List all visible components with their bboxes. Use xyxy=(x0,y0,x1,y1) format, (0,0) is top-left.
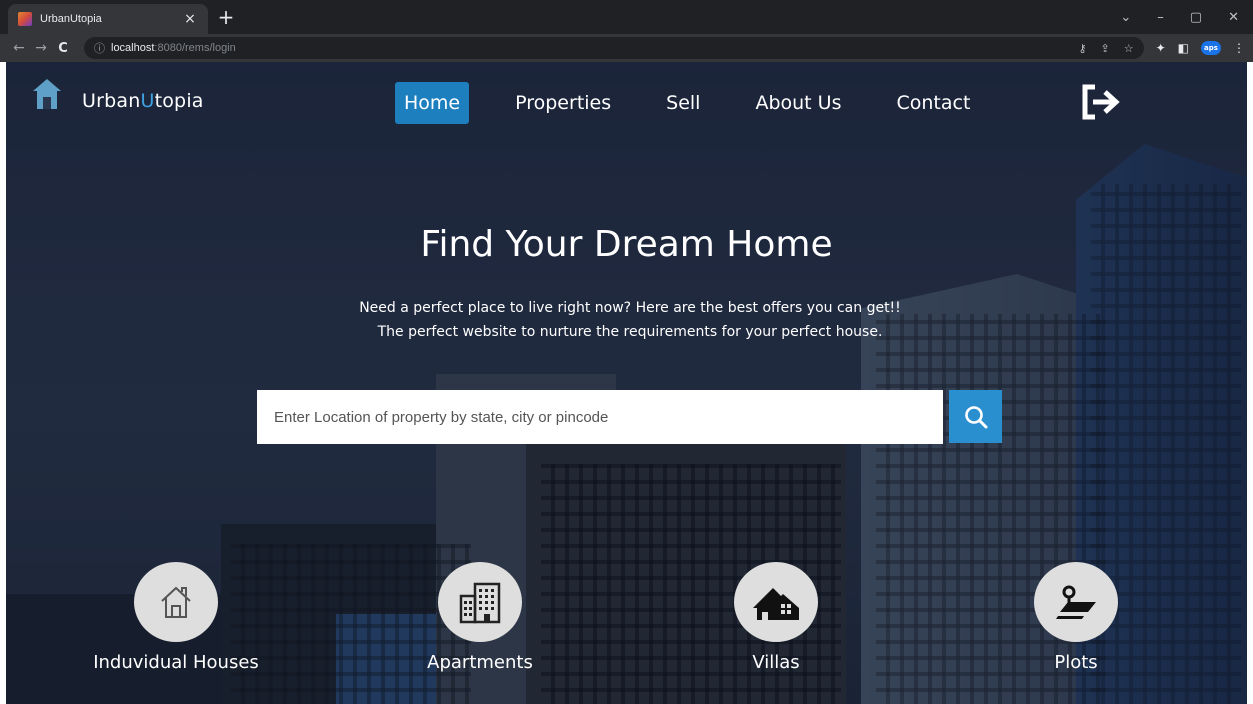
search-button[interactable] xyxy=(949,390,1002,443)
category-label: Plots xyxy=(1054,652,1098,673)
nav-properties[interactable]: Properties xyxy=(506,82,620,124)
hero-subtitle-line: Need a perfect place to live right now? … xyxy=(359,300,901,316)
category-icon-circle xyxy=(134,562,218,642)
close-window-button[interactable]: ✕ xyxy=(1228,10,1239,25)
menu-kebab-icon[interactable]: ⋮ xyxy=(1233,41,1245,55)
browser-tabstrip: UrbanUtopia × + ⌄ – ▢ ✕ xyxy=(0,0,1253,34)
house-outline-icon xyxy=(161,586,191,618)
browser-toolbar: ← → C ⓘ localhost:8080/rems/login ⚷ ⇪ ☆ … xyxy=(0,34,1253,62)
category-label: Induvidual Houses xyxy=(93,652,259,673)
tab-title: UrbanUtopia xyxy=(40,13,102,25)
category-icon-circle xyxy=(1034,562,1118,642)
logout-arrow-icon[interactable] xyxy=(1081,84,1123,120)
category-icon-circle xyxy=(734,562,818,642)
category-plots[interactable]: Plots xyxy=(976,562,1176,673)
nav-home[interactable]: Home xyxy=(395,82,470,124)
main-nav: Home Properties Sell About Us Contact xyxy=(395,82,1016,124)
favicon-icon xyxy=(18,12,32,26)
category-villas[interactable]: Villas xyxy=(676,562,876,673)
apartment-building-icon xyxy=(459,582,501,624)
reload-icon[interactable]: C xyxy=(52,41,74,56)
search-bar xyxy=(257,390,1002,444)
key-icon[interactable]: ⚷ xyxy=(1078,42,1086,55)
back-arrow-icon[interactable]: ← xyxy=(8,40,30,56)
page-hero-background: UrbanUtopia Home Properties Sell About U… xyxy=(6,62,1247,704)
brand-name: UrbanUtopia xyxy=(82,90,204,112)
maximize-button[interactable]: ▢ xyxy=(1190,10,1202,25)
home-logo-icon xyxy=(33,79,61,109)
url-path: :8080/rems/login xyxy=(154,42,236,54)
location-search-input[interactable] xyxy=(257,390,943,444)
brand-logo[interactable]: UrbanUtopia xyxy=(32,76,204,112)
search-icon xyxy=(964,405,987,428)
category-individual-houses[interactable]: Induvidual Houses xyxy=(76,562,276,673)
info-icon[interactable]: ⓘ xyxy=(94,40,105,56)
forward-arrow-icon[interactable]: → xyxy=(30,40,52,56)
plot-pin-icon xyxy=(1056,585,1096,619)
nav-contact[interactable]: Contact xyxy=(887,82,979,124)
address-bar[interactable]: ⓘ localhost:8080/rems/login ⚷ ⇪ ☆ xyxy=(84,37,1144,59)
profile-avatar[interactable]: aps xyxy=(1201,41,1221,55)
hero-title: Find Your Dream Home xyxy=(420,224,833,265)
new-tab-button[interactable]: + xyxy=(216,4,236,30)
hero-subtitle: Need a perfect place to live right now? … xyxy=(6,296,1247,344)
category-label: Apartments xyxy=(427,652,533,673)
sidepanel-icon[interactable]: ◧ xyxy=(1178,41,1189,55)
minimize-button[interactable]: – xyxy=(1157,10,1164,25)
share-icon[interactable]: ⇪ xyxy=(1101,42,1110,55)
url-host: localhost xyxy=(111,42,155,54)
tab-close-icon[interactable]: × xyxy=(182,11,198,27)
nav-about-us[interactable]: About Us xyxy=(746,82,850,124)
window-controls: ⌄ – ▢ ✕ xyxy=(1120,0,1245,34)
extensions-icon[interactable]: ✦ xyxy=(1156,41,1166,55)
tab-search-icon[interactable]: ⌄ xyxy=(1120,10,1131,25)
browser-tab[interactable]: UrbanUtopia × xyxy=(8,4,208,34)
nav-sell[interactable]: Sell xyxy=(657,82,709,124)
category-icon-circle xyxy=(438,562,522,642)
hero-subtitle-line: The perfect website to nurture the requi… xyxy=(377,324,883,340)
villa-icon xyxy=(753,588,799,620)
star-icon[interactable]: ☆ xyxy=(1124,42,1134,55)
category-apartments[interactable]: Apartments xyxy=(380,562,580,673)
category-label: Villas xyxy=(752,652,800,673)
